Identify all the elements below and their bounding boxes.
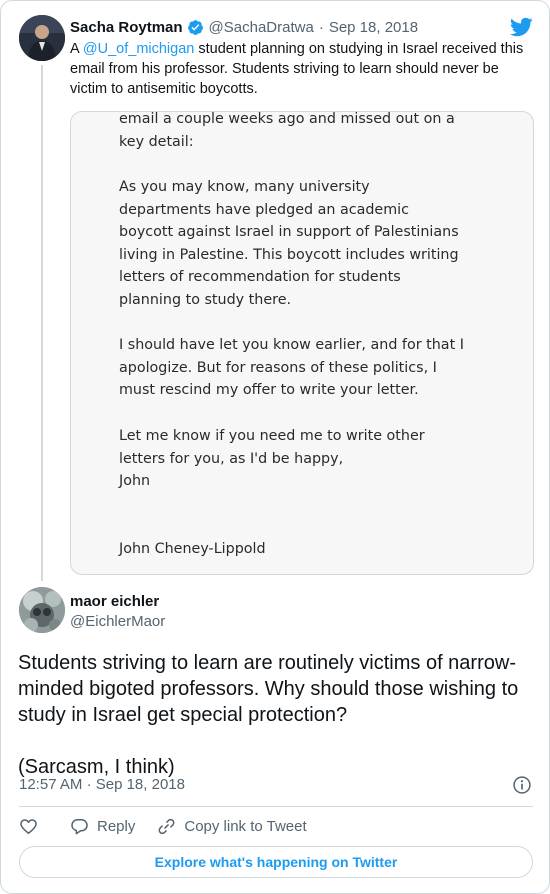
mention-link[interactable]: @U_of_michigan	[83, 41, 194, 57]
email-line: email a couple weeks ago and missed out …	[119, 111, 455, 127]
quoted-author-handle[interactable]: @SachaDratwa	[209, 19, 314, 36]
email-paragraph-3: I should have let you know earlier, and …	[119, 334, 464, 402]
thread-line	[41, 65, 43, 581]
email-line: living in Palestine. This boycott includ…	[119, 246, 459, 263]
meta-separator: ·	[86, 776, 92, 793]
explore-twitter-button[interactable]: Explore what's happening on Twitter	[19, 846, 533, 878]
reply-button[interactable]: Reply	[70, 817, 135, 836]
tweet-actions: Reply Copy link to Tweet	[19, 814, 307, 838]
quoted-tweet-date[interactable]: Sep 18, 2018	[329, 19, 418, 36]
email-line: John	[119, 473, 151, 489]
author-handle[interactable]: @EichlerMaor	[70, 613, 165, 630]
email-screenshot-image[interactable]: email a couple weeks ago and missed out …	[70, 111, 534, 575]
email-line: letters for you, as I'd be happy,	[119, 450, 344, 467]
reply-label: Reply	[97, 817, 136, 835]
email-paragraph-4: Let me know if you need me to write othe…	[119, 425, 425, 493]
tweet-timestamp[interactable]: 12:57 AM · Sep 18, 2018	[19, 776, 185, 793]
email-line: Let me know if you need me to write othe…	[119, 428, 425, 444]
email-paragraph-1: email a couple weeks ago and missed out …	[119, 111, 455, 153]
info-icon[interactable]	[512, 775, 532, 795]
verified-badge-icon	[187, 19, 203, 35]
meta-separator: ·	[318, 18, 324, 36]
author-name[interactable]: maor eichler	[70, 593, 159, 610]
tweet-text: Students striving to learn are routinely…	[18, 650, 534, 780]
link-icon	[158, 818, 175, 834]
like-button[interactable]	[19, 817, 38, 836]
tweet-embed-card: Sacha Roytman @SachaDratwa · Sep 18, 201…	[0, 0, 550, 894]
email-line: apologize. But for reasons of these poli…	[119, 359, 437, 376]
email-line: planning to study there.	[119, 291, 292, 308]
email-line: must rescind my offer to write your lett…	[119, 382, 419, 398]
email-line: As you may know, many university	[119, 179, 370, 195]
email-line: letters of recommendation for students	[119, 269, 401, 285]
divider	[19, 806, 533, 807]
quoted-tweet-text: A @U_of_michigan student planning on stu…	[70, 39, 530, 99]
author-avatar[interactable]	[19, 587, 65, 633]
email-paragraph-2: As you may know, many university departm…	[119, 176, 459, 311]
email-line: departments have pledged an academic	[119, 201, 409, 218]
twitter-bird-icon[interactable]	[509, 15, 533, 39]
tweet-date: Sep 18, 2018	[95, 776, 185, 793]
copy-link-label: Copy link to Tweet	[184, 817, 307, 835]
quoted-author-avatar[interactable]	[19, 15, 65, 61]
email-line: key detail:	[119, 133, 194, 150]
quoted-author-name[interactable]: Sacha Roytman	[70, 19, 183, 36]
quoted-text-before: A	[70, 41, 83, 57]
tweet-time: 12:57 AM	[19, 776, 83, 793]
tweet-text-main: Students striving to learn are routinely…	[18, 652, 519, 726]
heart-icon	[20, 818, 37, 834]
email-signature: John Cheney-Lippold	[119, 541, 266, 557]
quoted-tweet-header: Sacha Roytman @SachaDratwa · Sep 18, 201…	[70, 17, 418, 37]
reply-icon	[71, 818, 88, 834]
copy-link-button[interactable]: Copy link to Tweet	[157, 817, 307, 836]
email-line: I should have let you know earlier, and …	[119, 337, 464, 353]
email-line: boycott against Israel in support of Pal…	[119, 224, 459, 240]
